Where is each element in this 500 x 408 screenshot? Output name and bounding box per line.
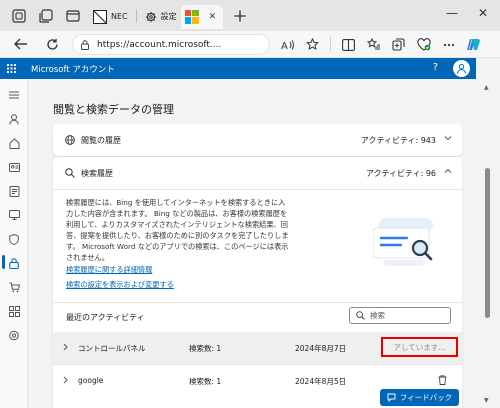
chevron-up-icon[interactable] xyxy=(444,168,452,174)
search-history-header[interactable]: 検索履歴 アクティビティ: 96 xyxy=(53,157,462,189)
tab-nec-label: NEC xyxy=(111,12,128,21)
activity-date: 2024年8月5日 xyxy=(295,377,347,386)
nav-profile-icon[interactable] xyxy=(5,158,23,176)
globe-icon xyxy=(65,135,75,145)
search-illustration xyxy=(373,214,439,270)
favorite-star-icon[interactable] xyxy=(303,35,322,54)
scroll-up-icon[interactable]: ▲ xyxy=(484,84,489,91)
help-button[interactable]: ? xyxy=(433,62,438,73)
menu-icon[interactable] xyxy=(5,86,23,104)
feedback-icon xyxy=(387,393,396,402)
search-history-details-link[interactable]: 検索履歴に関する詳細情報 xyxy=(66,265,152,275)
nav-location-icon[interactable] xyxy=(5,326,23,344)
collections-icon[interactable] xyxy=(389,35,408,54)
browsing-history-card[interactable]: 閲覧の履歴 アクティビティ: 943 xyxy=(53,124,462,156)
search-history-label: 検索履歴 xyxy=(81,168,113,178)
divider xyxy=(53,302,462,303)
url-text: https://account.microsoft.... xyxy=(97,39,222,50)
main-content: 閲覧と検索データの管理 閲覧の履歴 アクティビティ: 943 検索履歴 アクティ… xyxy=(28,79,476,408)
activity-name: google xyxy=(78,376,104,385)
chevron-down-icon[interactable] xyxy=(444,135,452,141)
activity-count: 検索数: 1 xyxy=(189,377,222,386)
tab-close-icon[interactable]: ✕ xyxy=(209,12,217,22)
search-history-description: 検索履歴には、Bing を使用してインターネットを検索するときに入力した内容が含… xyxy=(66,198,289,262)
address-bar-row: https://account.microsoft.... A xyxy=(0,31,500,58)
account-avatar[interactable] xyxy=(453,60,470,77)
browsing-history-activity: アクティビティ: 943 xyxy=(360,135,436,145)
favorites-icon[interactable] xyxy=(364,35,383,54)
activity-search-input[interactable]: 検索 xyxy=(349,307,451,324)
nav-subscriptions-icon[interactable] xyxy=(5,302,23,320)
microsoft-logo-icon xyxy=(184,9,199,24)
divider xyxy=(53,189,462,190)
activity-search-placeholder: 検索 xyxy=(370,311,385,320)
nav-devices-icon[interactable] xyxy=(5,206,23,224)
tab-strip: NEC 設定 ✕ — ✕ xyxy=(0,0,500,31)
tab-settings-label: 設定 xyxy=(160,12,177,21)
nav-home-icon[interactable] xyxy=(5,134,23,152)
nav-account-icon[interactable] xyxy=(5,110,23,128)
tab-settings[interactable]: 設定 xyxy=(141,5,181,29)
activity-row[interactable]: コントロールパネル 検索数: 1 2024年8月7日 アしています... xyxy=(53,332,462,364)
read-aloud-icon[interactable]: A xyxy=(278,35,297,54)
svg-text:A: A xyxy=(281,41,288,51)
split-screen-icon[interactable] xyxy=(339,35,358,54)
tab-actions-icon[interactable] xyxy=(62,5,84,27)
browsing-history-label: 閲覧の履歴 xyxy=(81,135,121,145)
feedback-label: フィードバック xyxy=(399,393,453,402)
nec-favicon-icon xyxy=(93,9,107,24)
feedback-button[interactable]: フィードバック xyxy=(380,389,459,406)
gear-icon xyxy=(145,11,157,23)
profile-icon[interactable] xyxy=(8,5,30,27)
trash-icon[interactable] xyxy=(438,375,447,385)
search-icon xyxy=(65,168,75,178)
tab-nec[interactable]: NEC xyxy=(89,5,132,29)
workspaces-icon[interactable] xyxy=(35,5,57,27)
tab-microsoft-account[interactable]: ✕ xyxy=(180,4,223,29)
toolbar-separator xyxy=(330,37,331,52)
search-history-card: 検索履歴 アクティビティ: 96 検索履歴には、Bing を使用してインターネッ… xyxy=(53,157,462,408)
back-button[interactable] xyxy=(10,33,32,55)
minimize-icon[interactable]: — xyxy=(446,6,458,20)
browser-essentials-icon[interactable] xyxy=(414,35,433,54)
chevron-right-icon[interactable] xyxy=(63,343,68,351)
search-icon xyxy=(356,311,365,320)
side-navigation xyxy=(0,79,28,408)
chevron-right-icon[interactable] xyxy=(63,376,68,384)
header-title[interactable]: Microsoft アカウント xyxy=(31,63,115,75)
close-window-icon[interactable]: ✕ xyxy=(478,6,488,20)
nav-security-icon[interactable] xyxy=(5,230,23,248)
deleting-status-button[interactable]: アしています... xyxy=(381,337,458,357)
url-field[interactable]: https://account.microsoft.... xyxy=(72,34,270,55)
tab-separator xyxy=(135,8,137,23)
lock-icon xyxy=(81,39,89,50)
activity-date: 2024年8月7日 xyxy=(295,344,347,353)
page-title: 閲覧と検索データの管理 xyxy=(53,103,174,116)
nav-orders-icon[interactable] xyxy=(5,278,23,296)
search-settings-link[interactable]: 検索の設定を表示および変更する xyxy=(66,280,174,290)
search-history-activity: アクティビティ: 96 xyxy=(365,168,436,178)
copilot-icon[interactable] xyxy=(464,35,483,54)
activity-name: コントロールパネル xyxy=(78,344,146,353)
more-options-icon[interactable] xyxy=(439,35,458,54)
nav-privacy-icon[interactable] xyxy=(5,254,23,272)
scroll-down-icon[interactable]: ▼ xyxy=(484,397,489,404)
nav-payment-icon[interactable] xyxy=(5,182,23,200)
deleting-status-text: アしています... xyxy=(393,342,446,352)
app-launcher-icon[interactable] xyxy=(0,64,22,73)
microsoft-account-header: Microsoft アカウント ? xyxy=(0,58,476,79)
page-scrollbar[interactable]: ▲ ▼ xyxy=(476,58,500,408)
scrollbar-thumb[interactable] xyxy=(485,168,490,318)
activity-count: 検索数: 1 xyxy=(189,344,222,353)
new-tab-button[interactable] xyxy=(229,5,251,27)
refresh-button[interactable] xyxy=(41,33,63,55)
recent-activity-title: 最近のアクティビティ xyxy=(66,313,145,322)
